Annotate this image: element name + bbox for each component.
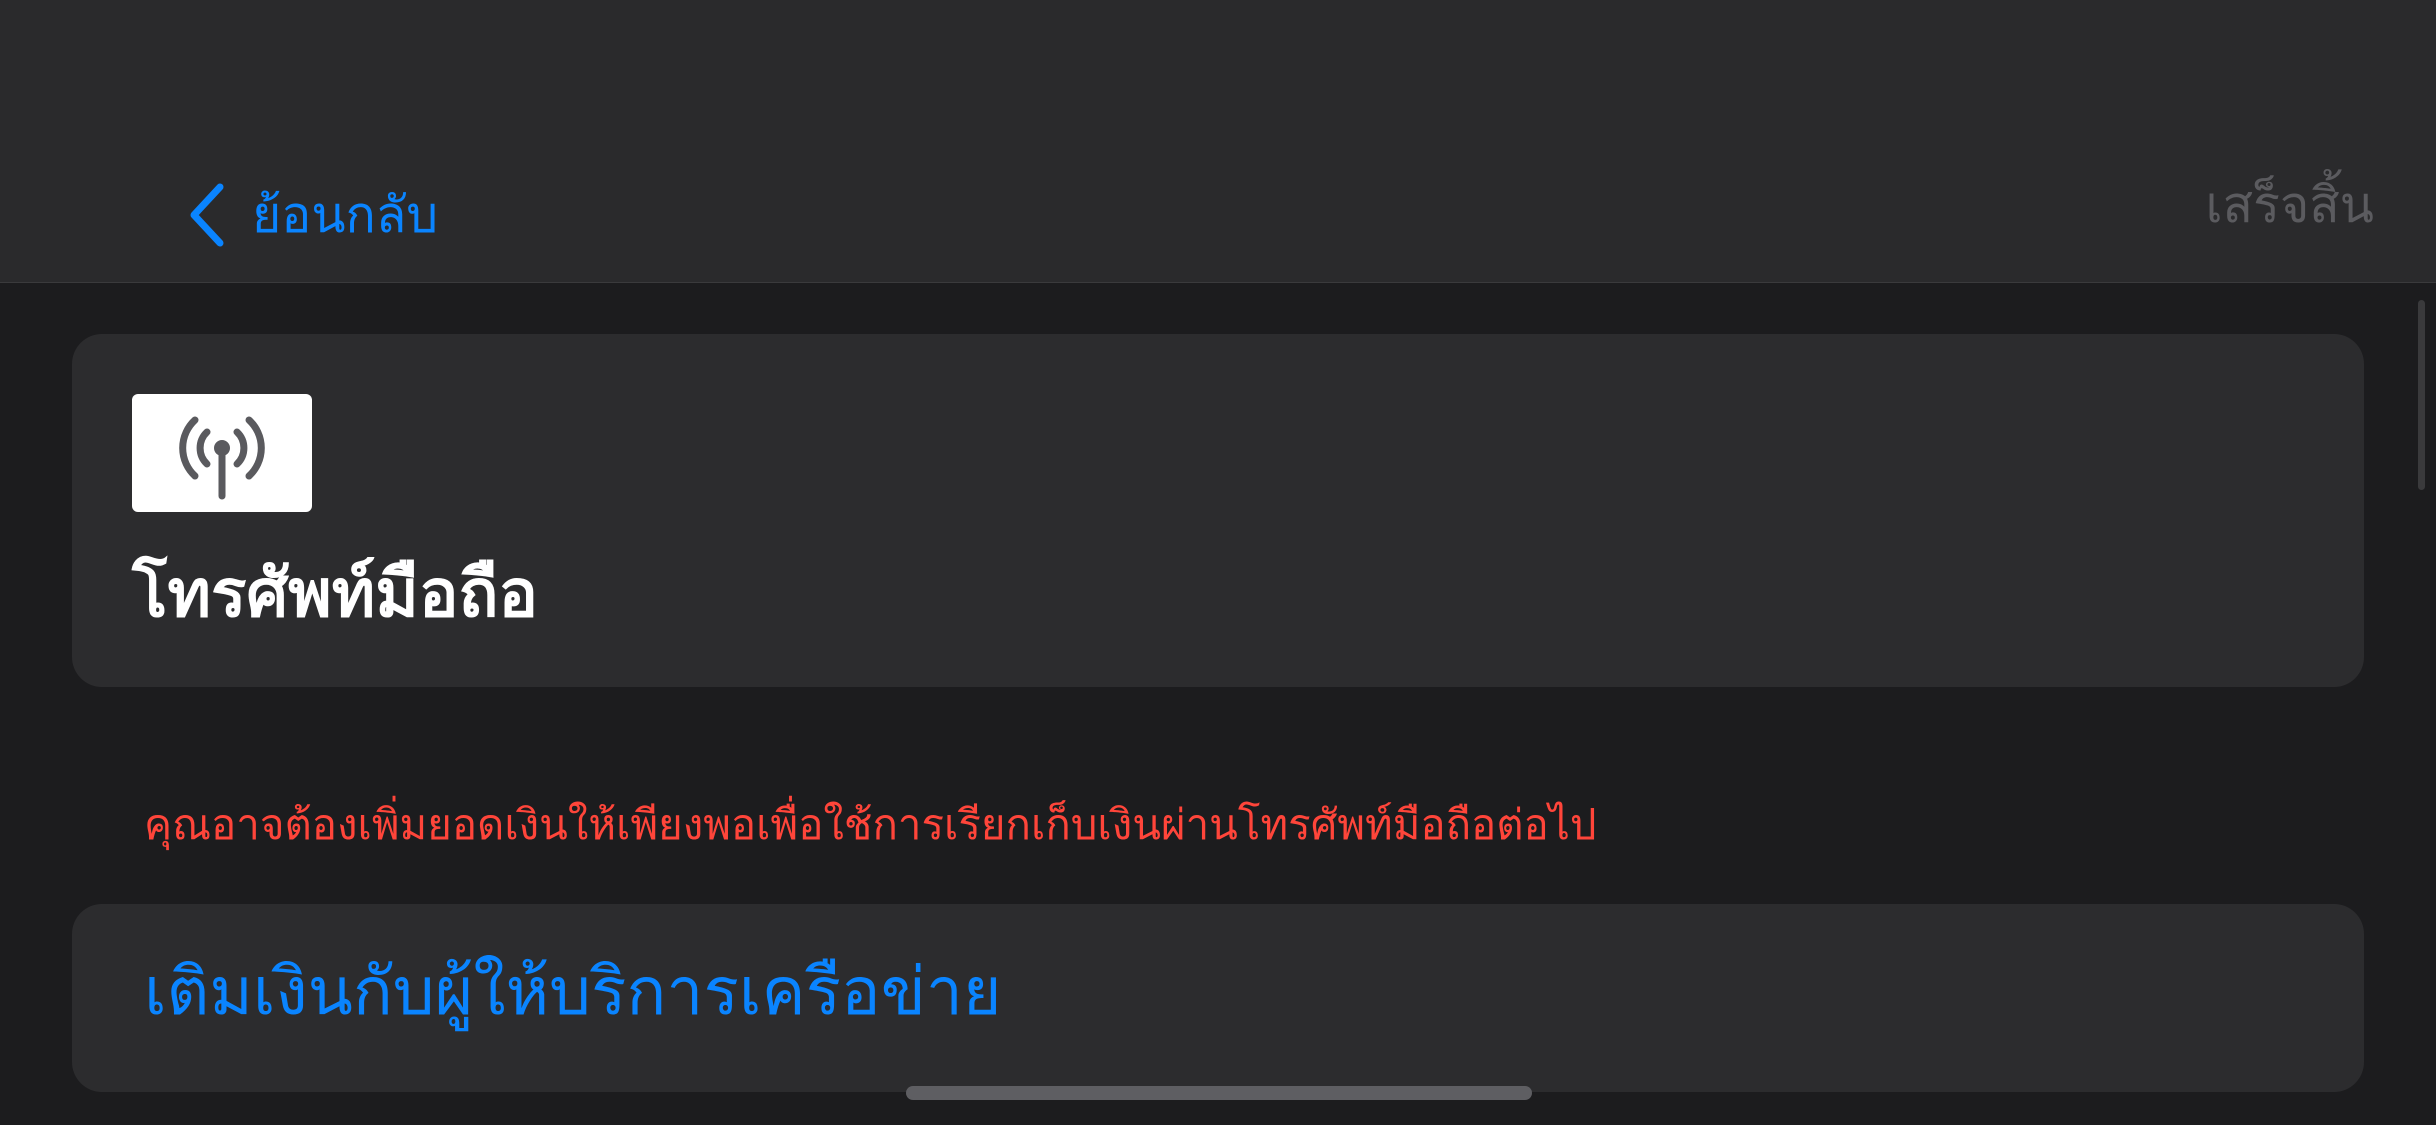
antenna-signal-icon	[132, 394, 312, 512]
top-up-with-carrier-label: เติมเงินกับผู้ให้บริการเครือข่าย	[144, 953, 1002, 1030]
back-button-label: ย้อนกลับ	[252, 186, 439, 244]
scroll-indicator[interactable]	[2418, 300, 2425, 490]
back-button[interactable]: ย้อนกลับ	[186, 170, 438, 260]
chevron-left-icon	[186, 183, 226, 247]
page: ย้อนกลับ เสร็จสิ้น โทรศัพท์มือถือ คุณอาจ…	[0, 0, 2436, 1125]
done-button[interactable]: เสร็จสิ้น	[2206, 180, 2374, 230]
navigation-bar: ย้อนกลับ เสร็จสิ้น	[0, 0, 2436, 283]
payment-method-header-card: โทรศัพท์มือถือ	[72, 334, 2364, 687]
warning-message: คุณอาจต้องเพิ่มยอดเงินให้เพียงพอเพื่อใช้…	[144, 800, 1597, 849]
home-indicator[interactable]	[906, 1086, 1532, 1100]
page-title: โทรศัพท์มือถือ	[132, 555, 539, 632]
top-up-with-carrier-button[interactable]: เติมเงินกับผู้ให้บริการเครือข่าย	[72, 904, 2364, 1092]
